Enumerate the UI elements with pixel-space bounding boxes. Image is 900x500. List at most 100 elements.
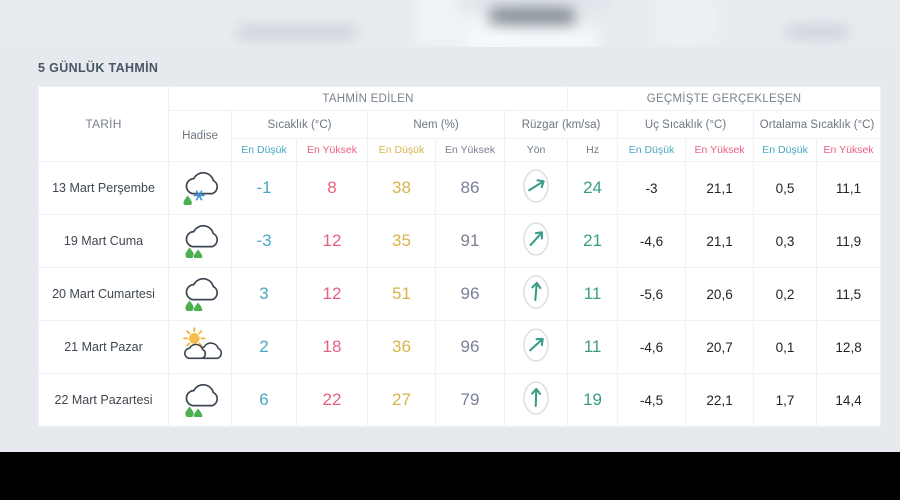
cell-wind-speed: 11 <box>567 267 619 321</box>
letterbox-bar <box>0 452 900 500</box>
cell-extreme-low: -4,6 <box>617 320 687 374</box>
blurred-site-header <box>0 0 900 47</box>
header-humidity-low: En Düşük <box>367 138 436 162</box>
header-wind-speed: Hz <box>567 138 619 162</box>
cell-humidity-low: 36 <box>367 320 436 374</box>
cell-extreme-high: 21,1 <box>685 214 755 268</box>
blurred-logo <box>490 8 574 24</box>
blurred-block <box>238 26 356 39</box>
header-average-high: En Yüksek <box>816 138 882 162</box>
cloud-rain-icon <box>176 383 224 421</box>
cell-extreme-low: -5,6 <box>617 267 687 321</box>
cell-average-high: 11,9 <box>816 214 882 268</box>
cell-average-high: 11,5 <box>816 267 882 321</box>
cell-weather-icon <box>168 267 232 321</box>
cell-humidity-high: 86 <box>435 161 505 215</box>
cell-wind-direction <box>503 214 569 268</box>
cell-wind-direction <box>503 320 569 374</box>
cell-wind-direction <box>503 267 569 321</box>
header-date: TARİH <box>38 86 169 162</box>
cell-date: 20 Mart Cumartesi <box>38 267 169 321</box>
header-humidity: Nem (%) <box>367 110 505 139</box>
header-historic-group: GEÇMİŞTE GERÇEKLEŞEN <box>567 86 882 111</box>
cloud-rain-icon <box>176 224 224 262</box>
header-forecast-group: TAHMİN EDİLEN <box>167 86 569 111</box>
page-title: 5 GÜNLÜK TAHMİN <box>38 61 159 75</box>
table-row[interactable]: 20 Mart Cumartesi 3 12 51 96 11 -5,6 20,6 0,2 11,… <box>38 267 882 321</box>
cell-wind-speed: 21 <box>567 214 619 268</box>
cell-extreme-high: 20,7 <box>685 320 755 374</box>
cell-average-low: 1,7 <box>753 373 818 427</box>
cell-extreme-low: -4,6 <box>617 214 687 268</box>
header-average-temp: Ortalama Sıcaklık (°C) <box>753 110 882 139</box>
cell-weather-icon <box>168 320 232 374</box>
cell-date: 21 Mart Pazar <box>38 320 169 374</box>
cell-extreme-high: 21,1 <box>685 161 755 215</box>
header-event: Hadise <box>168 110 232 162</box>
header-wind: Rüzgar (km/sa) <box>503 110 619 139</box>
header-group-row: TARİH TAHMİN EDİLEN GEÇMİŞTE GERÇEKLEŞEN <box>38 86 882 162</box>
cell-average-high: 11,1 <box>816 161 882 215</box>
cell-average-low: 0,2 <box>753 267 818 321</box>
cell-temp-high: 8 <box>296 161 368 215</box>
cell-temp-high: 22 <box>296 373 368 427</box>
arrow-northeast-icon <box>519 221 553 263</box>
sun-cloud-icon <box>176 326 224 368</box>
cell-weather-icon <box>168 373 232 427</box>
cell-humidity-high: 96 <box>435 320 505 374</box>
cell-temp-low: 2 <box>231 320 297 374</box>
cell-date: 19 Mart Cuma <box>38 214 169 268</box>
cell-extreme-high: 20,6 <box>685 267 755 321</box>
header-temperature: Sıcaklık (°C) <box>231 110 368 139</box>
arrow-north-icon <box>519 274 553 316</box>
cell-extreme-high: 22,1 <box>685 373 755 427</box>
blurred-block <box>468 30 598 47</box>
arrow-north-icon <box>519 380 553 422</box>
cell-average-low: 0,3 <box>753 214 818 268</box>
table-body: 13 Mart Perşembe -1 8 38 86 24 -3 21,1 0,5 11,1 19… <box>38 161 882 427</box>
table-row[interactable]: 22 Mart Pazartesi 6 22 27 79 19 -4,5 22,1 1,7 14,… <box>38 373 882 427</box>
cell-average-low: 0,1 <box>753 320 818 374</box>
cell-weather-icon <box>168 214 232 268</box>
cell-humidity-low: 51 <box>367 267 436 321</box>
arrow-northeast-icon <box>519 168 553 210</box>
forecast-table-wrapper: TARİH TAHMİN EDİLEN GEÇMİŞTE GERÇEKLEŞEN… <box>38 86 882 427</box>
cell-humidity-low: 38 <box>367 161 436 215</box>
cell-wind-speed: 19 <box>567 373 619 427</box>
cell-humidity-high: 96 <box>435 267 505 321</box>
table-row[interactable]: 19 Mart Cuma -3 12 35 91 21 -4,6 21,1 0,3 11,9 <box>38 214 882 268</box>
header-temp-high: En Yüksek <box>296 138 368 162</box>
cell-average-high: 12,8 <box>816 320 882 374</box>
cell-extreme-low: -3 <box>617 161 687 215</box>
arrow-northeast-icon <box>519 327 553 369</box>
cell-temp-low: -3 <box>231 214 297 268</box>
weather-page: 5 GÜNLÜK TAHMİN TARİH TAHMİN EDİLEN GEÇM… <box>0 0 900 452</box>
header-average-low: En Düşük <box>753 138 818 162</box>
header-wind-direction: Yön <box>503 138 569 162</box>
cell-temp-low: -1 <box>231 161 297 215</box>
cell-wind-speed: 24 <box>567 161 619 215</box>
table-row[interactable]: 13 Mart Perşembe -1 8 38 86 24 -3 21,1 0,5 11,1 <box>38 161 882 215</box>
cell-weather-icon <box>168 161 232 215</box>
cell-extreme-low: -4,5 <box>617 373 687 427</box>
blurred-block <box>786 26 848 38</box>
cell-average-high: 14,4 <box>816 373 882 427</box>
header-humidity-high: En Yüksek <box>435 138 505 162</box>
cell-temp-high: 12 <box>296 267 368 321</box>
cell-wind-direction <box>503 161 569 215</box>
cell-temp-high: 12 <box>296 214 368 268</box>
cell-temp-low: 3 <box>231 267 297 321</box>
cell-average-low: 0,5 <box>753 161 818 215</box>
table-row[interactable]: 21 Mart Pazar 2 18 36 96 11 -4,6 20,7 0,1 12,8 <box>38 320 882 374</box>
cell-humidity-high: 91 <box>435 214 505 268</box>
cell-wind-speed: 11 <box>567 320 619 374</box>
cell-humidity-low: 35 <box>367 214 436 268</box>
cell-date: 22 Mart Pazartesi <box>38 373 169 427</box>
table-head: TARİH TAHMİN EDİLEN GEÇMİŞTE GERÇEKLEŞEN… <box>38 86 882 162</box>
header-extreme-high: En Yüksek <box>685 138 755 162</box>
cloud-rain-snow-icon <box>176 171 224 209</box>
cell-date: 13 Mart Perşembe <box>38 161 169 215</box>
header-extreme-low: En Düşük <box>617 138 687 162</box>
cell-humidity-high: 79 <box>435 373 505 427</box>
cell-wind-direction <box>503 373 569 427</box>
